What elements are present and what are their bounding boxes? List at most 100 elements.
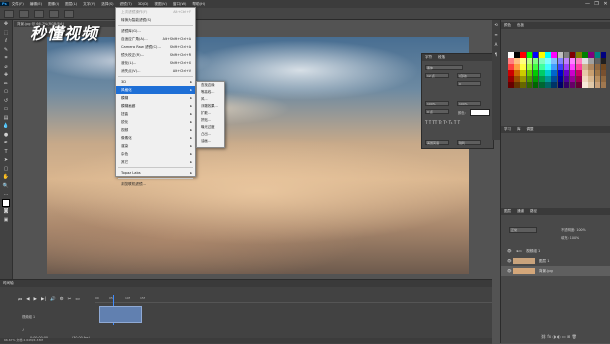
color-swatch[interactable] xyxy=(582,70,588,76)
split-icon[interactable]: ✂ xyxy=(68,297,72,303)
color-swatch[interactable] xyxy=(600,52,607,58)
opacity-field[interactable]: 不透明度: 100% xyxy=(561,227,586,232)
color-swatch[interactable] xyxy=(538,52,545,58)
color-swatch[interactable] xyxy=(576,64,582,70)
color-swatch[interactable] xyxy=(545,52,551,58)
color-swatch[interactable] xyxy=(520,64,526,70)
color-swatch[interactable] xyxy=(569,58,576,64)
menu-10[interactable]: 帮助(H) xyxy=(189,2,208,7)
menu-8[interactable]: 视图(V) xyxy=(151,2,169,7)
stylize-submenu-item[interactable]: 凸出... xyxy=(197,131,224,138)
filter-menu-item[interactable]: 上次滤镜操作(F) Alt+Ctrl+F xyxy=(116,8,195,16)
color-swatch[interactable] xyxy=(551,64,557,70)
properties-icon[interactable]: ≡ xyxy=(492,30,500,40)
language-select[interactable]: 美国英语 xyxy=(425,140,449,145)
color-swatch[interactable] xyxy=(594,58,601,64)
color-swatch[interactable] xyxy=(569,52,576,58)
option-toggle[interactable] xyxy=(19,9,29,18)
screen-mode-icon[interactable]: ▣ xyxy=(0,216,12,225)
filter-menu-item[interactable]: 杂色 ▸ xyxy=(116,150,195,158)
color-swatch[interactable] xyxy=(532,52,539,58)
color-swatch[interactable] xyxy=(526,64,533,70)
color-swatch[interactable] xyxy=(532,58,539,64)
color-swatch[interactable] xyxy=(557,58,564,64)
filter-menu-item[interactable]: 像素化 ▸ xyxy=(116,134,195,142)
color-swatch[interactable] xyxy=(538,76,545,82)
paragraph-icon[interactable]: ¶ xyxy=(492,50,500,60)
tool-preset-picker[interactable] xyxy=(4,9,14,18)
color-swatch[interactable] xyxy=(594,52,601,58)
filter-menu-item[interactable]: 镜头校正(R)... Shift+Ctrl+R xyxy=(116,51,195,59)
filter-menu-item[interactable]: 滤镜库(G)... xyxy=(116,27,195,35)
color-swatch[interactable] xyxy=(563,64,570,70)
color-swatch[interactable] xyxy=(545,76,551,82)
close-icon[interactable]: ✕ xyxy=(601,0,610,8)
shape-tool-icon[interactable]: ▢ xyxy=(0,165,12,174)
color-swatch[interactable] xyxy=(508,82,514,88)
tab-paths[interactable]: 路径 xyxy=(527,209,540,214)
text-color-swatch[interactable] xyxy=(470,109,490,116)
color-swatch[interactable] xyxy=(532,64,539,70)
color-swatch[interactable] xyxy=(526,70,533,76)
option-toggle[interactable] xyxy=(49,9,59,18)
color-swatch[interactable] xyxy=(520,76,526,82)
color-swatch[interactable] xyxy=(588,70,595,76)
zoom-tool-icon[interactable]: 🔍 xyxy=(0,182,12,191)
filter-menu-item[interactable]: 模糊画廊 ▸ xyxy=(116,102,195,110)
tab-swatches[interactable]: 色板 xyxy=(514,23,527,28)
color-swatch[interactable] xyxy=(520,70,526,76)
layer-footer-icons[interactable]: ⛓ fx ◑ ◐ ▭ ⊞ 🗑 xyxy=(541,334,577,339)
menu-3[interactable]: 图层(L) xyxy=(62,2,80,7)
tab-channels[interactable]: 通道 xyxy=(514,209,527,214)
stylize-submenu-item[interactable]: 浮雕效果... xyxy=(197,103,224,110)
menu-2[interactable]: 图像(I) xyxy=(45,2,62,7)
color-swatch[interactable] xyxy=(551,58,557,64)
color-swatch[interactable] xyxy=(563,76,570,82)
filter-menu-item[interactable]: 视频 ▸ xyxy=(116,126,195,134)
color-swatch[interactable] xyxy=(582,58,588,64)
menu-7[interactable]: 3D(D) xyxy=(135,2,152,6)
filter-menu-item[interactable]: 自适应广角(A)... Alt+Shift+Ctrl+A xyxy=(116,35,195,43)
move-tool-icon[interactable]: ✥ xyxy=(0,20,12,29)
color-swatch[interactable] xyxy=(551,70,557,76)
color-swatch[interactable] xyxy=(576,52,582,58)
filter-menu-item[interactable]: Topaz Labs ▸ xyxy=(116,169,195,177)
history-icon[interactable]: ⟲ xyxy=(492,20,500,30)
color-swatch[interactable] xyxy=(514,64,520,70)
color-swatch[interactable] xyxy=(576,70,582,76)
font-size-field[interactable]: 12 点 xyxy=(425,73,449,78)
color-swatch[interactable] xyxy=(582,52,588,58)
audio-icon[interactable]: 🔊 xyxy=(50,297,56,303)
color-swatch[interactable] xyxy=(557,52,564,58)
layer-row-selected[interactable]: 👁 背景.jpg xyxy=(501,266,610,276)
color-swatch[interactable] xyxy=(526,58,533,64)
color-swatch[interactable] xyxy=(514,82,520,88)
more-tools-icon[interactable]: … xyxy=(0,190,12,199)
stylize-submenu-item[interactable]: 油画... xyxy=(197,138,224,145)
option-toggle[interactable] xyxy=(64,9,74,18)
tracking-field[interactable]: 0 xyxy=(457,81,481,86)
first-frame-icon[interactable]: ⏮ xyxy=(18,297,22,303)
color-swatch[interactable] xyxy=(600,76,607,82)
color-swatch[interactable] xyxy=(594,70,601,76)
color-swatch[interactable] xyxy=(514,52,520,58)
menu-5[interactable]: 选择(S) xyxy=(98,2,116,7)
prev-frame-icon[interactable]: ◀ xyxy=(26,297,29,303)
tab-color[interactable]: 颜色 xyxy=(501,23,514,28)
color-swatch[interactable] xyxy=(538,82,545,88)
color-swatch[interactable] xyxy=(582,76,588,82)
transition-icon[interactable]: ▭ xyxy=(75,297,79,303)
color-swatch[interactable] xyxy=(569,70,576,76)
stylize-submenu-item[interactable]: 等高线... xyxy=(197,89,224,96)
visibility-eye-icon[interactable]: 👁 xyxy=(501,269,512,273)
color-swatch[interactable] xyxy=(588,58,595,64)
dodge-tool-icon[interactable]: ● xyxy=(0,131,12,140)
quick-mask-icon[interactable]: ◙ xyxy=(0,207,12,216)
color-swatch[interactable] xyxy=(563,58,570,64)
blend-mode-select[interactable]: 正常 xyxy=(509,227,537,233)
eraser-tool-icon[interactable]: ▭ xyxy=(0,105,12,114)
eyedropper-tool-icon[interactable]: ⌀ xyxy=(0,63,12,72)
color-swatch[interactable] xyxy=(563,82,570,88)
color-swatch[interactable] xyxy=(588,64,595,70)
minimize-icon[interactable]: — xyxy=(583,0,592,8)
